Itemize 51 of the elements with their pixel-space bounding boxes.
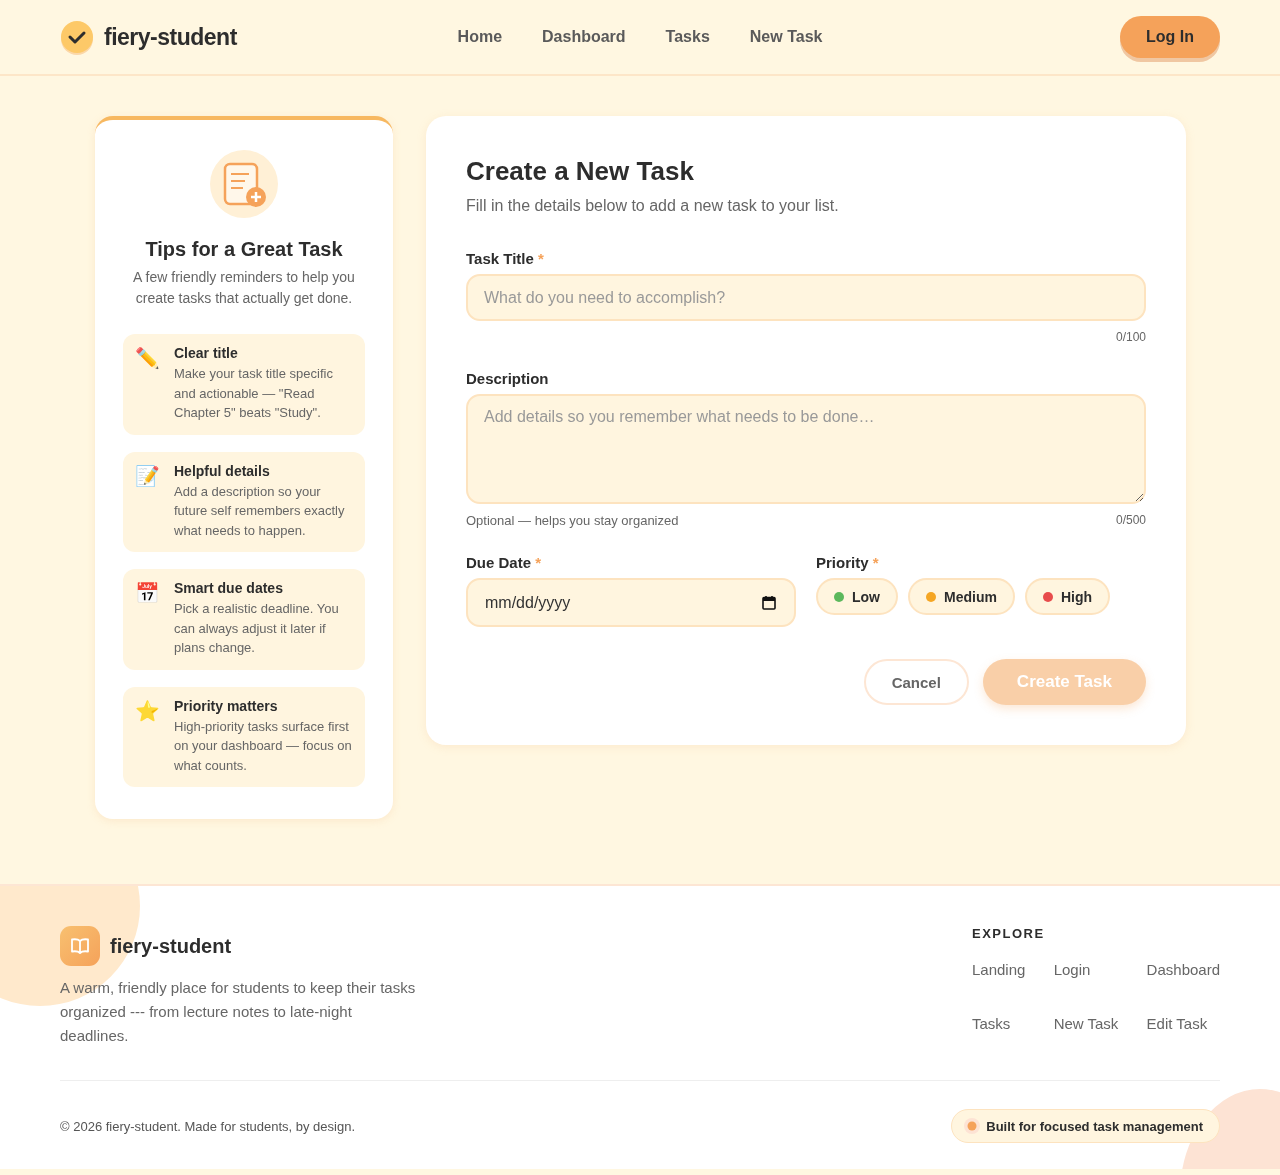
tips-subtitle: A few friendly reminders to help you create tasks that actually get done.: [132, 268, 356, 308]
tips-title: Tips for a Great Task: [145, 238, 343, 261]
form-subtitle: Fill in the details below to add a new task to your list.: [466, 197, 840, 215]
tip-title: Helpful details: [174, 462, 271, 479]
field-label: Priority *: [816, 554, 880, 571]
footer-link[interactable]: Edit Task: [1146, 1013, 1220, 1035]
tip-emoji: 📅: [135, 580, 161, 607]
tip-emoji: ⭐: [135, 697, 161, 725]
dot-icon: [964, 1118, 981, 1134]
book-icon: [70, 937, 90, 955]
check-logo-icon: [60, 19, 94, 55]
footer-link[interactable]: Tasks: [972, 1013, 1026, 1035]
copyright: © 2026 fiery-student. Made for students, by design.: [60, 1118, 356, 1134]
footer-link[interactable]: Landing: [972, 959, 1026, 981]
field-label: Task Title *: [466, 250, 545, 267]
brand-name[interactable]: fiery-student: [104, 23, 237, 51]
priority-option[interactable]: Medium: [908, 578, 1015, 615]
footer-link[interactable]: New Task: [1053, 1013, 1119, 1035]
date-field[interactable]: mm/dd/yyyy: [466, 578, 796, 627]
nav-link[interactable]: New Task: [749, 28, 823, 46]
nav-link[interactable]: Tasks: [665, 28, 710, 46]
tip-text: High-priority tasks surface first on your dashboard — focus on what counts.: [174, 717, 353, 775]
calendar-icon[interactable]: [762, 595, 776, 610]
nav-link[interactable]: Dashboard: [542, 28, 626, 46]
priority-option[interactable]: High: [1024, 578, 1110, 615]
priority-option[interactable]: Low: [816, 578, 898, 615]
char-count: 0/500: [1115, 513, 1146, 528]
field-label: Description: [466, 370, 550, 387]
tip-title: Priority matters: [174, 697, 279, 714]
field-hint: Optional — helps you stay organized: [466, 513, 679, 528]
char-count: 0/100: [1115, 330, 1146, 344]
tip-emoji: ✏: [135, 345, 161, 372]
field-label: Due Date *: [466, 554, 543, 571]
nav-link[interactable]: Home: [457, 28, 503, 46]
form-title: Create a New Task: [466, 156, 695, 187]
input-field[interactable]: What do you need to accomplish?: [466, 274, 1146, 321]
tip-text: Add a description so your future self remembers exactly what needs to happen.: [174, 482, 346, 540]
tip-text: Make your task title specific and actionable — "Read Chapter 5" beats "Study".: [174, 365, 334, 422]
footer-link[interactable]: Login: [1053, 959, 1119, 981]
tip-title: Clear title: [174, 345, 239, 361]
tip-title: Smart due dates: [174, 580, 284, 596]
tip-text: Pick a realistic deadline. You can always adjust it later if plans change.: [174, 600, 340, 657]
footer-about: A warm, friendly place for students to keep their tasks organized --- from lecture notes to late-night deadlines.: [60, 978, 417, 1046]
tip-emoji: 📝: [135, 462, 161, 490]
document-plus-icon: [221, 161, 267, 207]
footer-brand: fiery-student: [110, 934, 232, 958]
badge-text: Built for focused task management: [986, 1118, 1203, 1134]
cancel-button[interactable]: Cancel: [863, 659, 969, 705]
textarea-field[interactable]: Add details so you remember what needs to be done…: [466, 394, 1146, 504]
footer-link[interactable]: Dashboard: [1146, 959, 1220, 981]
explore-heading: EXPLORE: [972, 926, 1046, 941]
